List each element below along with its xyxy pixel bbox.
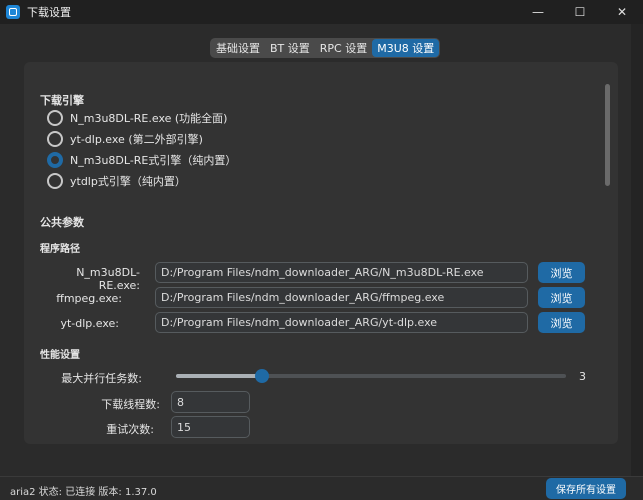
max-tasks-value: 3	[579, 370, 586, 383]
retries-input[interactable]: 15	[171, 416, 250, 438]
window-title: 下载设置	[27, 6, 71, 19]
window-controls: — ☐ ✕	[517, 0, 643, 24]
background-window-edge	[631, 24, 643, 476]
radio-label: yt-dlp.exe (第二外部引擎)	[70, 133, 203, 146]
radio-button[interactable]	[47, 173, 63, 189]
yt-dlp-path-label: yt-dlp.exe:	[60, 317, 119, 330]
threads-label: 下载线程数:	[101, 398, 160, 411]
title-bar: 下载设置 — ☐ ✕	[0, 0, 643, 24]
tab-m3u8[interactable]: M3U8 设置	[372, 39, 440, 57]
engine-option-n-m3u8dl-exe[interactable]: N_m3u8DL-RE.exe (功能全面)	[47, 109, 227, 127]
radio-button[interactable]	[47, 131, 63, 147]
close-button[interactable]: ✕	[601, 0, 643, 24]
paths-subtitle: 程序路径	[40, 244, 80, 255]
performance-subtitle: 性能设置	[40, 350, 80, 361]
yt-dlp-path-input[interactable]: D:/Program Files/ndm_downloader_ARG/yt-d…	[155, 312, 528, 333]
panel-scrollbar[interactable]	[605, 84, 610, 186]
retries-label: 重试次数:	[106, 423, 154, 436]
common-section-title: 公共参数	[40, 216, 84, 229]
maximize-button[interactable]: ☐	[559, 0, 601, 24]
radio-label: N_m3u8DL-RE式引擎（纯内置）	[70, 154, 237, 167]
max-tasks-slider-fill	[176, 374, 262, 378]
browse-n-m3u8dl-button[interactable]: 浏览	[538, 262, 585, 283]
max-tasks-slider-thumb[interactable]	[254, 369, 269, 383]
minimize-button[interactable]: —	[517, 0, 559, 24]
threads-input[interactable]: 8	[171, 391, 250, 413]
browse-yt-dlp-button[interactable]: 浏览	[538, 312, 585, 333]
save-all-settings-button[interactable]: 保存所有设置	[546, 478, 626, 499]
max-tasks-label: 最大并行任务数:	[61, 372, 142, 385]
radio-button-checked[interactable]	[47, 152, 63, 168]
tab-bt[interactable]: BT 设置	[265, 39, 315, 57]
aria2-status-text: aria2 状态: 已连接 版本: 1.37.0	[10, 487, 157, 498]
settings-window: 下载设置 — ☐ ✕ 基础设置 BT 设置 RPC 设置 M3U8 设置 下载引…	[0, 0, 643, 500]
radio-label: N_m3u8DL-RE.exe (功能全面)	[70, 112, 228, 125]
tab-basic[interactable]: 基础设置	[211, 39, 265, 57]
engine-section-title: 下载引擎	[40, 94, 84, 107]
ffmpeg-path-label: ffmpeg.exe:	[56, 292, 122, 305]
engine-option-n-m3u8dl-builtin[interactable]: N_m3u8DL-RE式引擎（纯内置）	[47, 151, 236, 169]
n-m3u8dl-path-input[interactable]: D:/Program Files/ndm_downloader_ARG/N_m3…	[155, 262, 528, 283]
settings-tabs: 基础设置 BT 设置 RPC 设置 M3U8 设置	[210, 38, 441, 58]
engine-option-yt-dlp-exe[interactable]: yt-dlp.exe (第二外部引擎)	[47, 130, 203, 148]
browse-ffmpeg-button[interactable]: 浏览	[538, 287, 585, 308]
radio-label: ytdlp式引擎（纯内置）	[70, 175, 186, 188]
n-m3u8dl-path-label: N_m3u8DL-RE.exe:	[76, 266, 140, 292]
ffmpeg-path-input[interactable]: D:/Program Files/ndm_downloader_ARG/ffmp…	[155, 287, 528, 308]
tab-rpc[interactable]: RPC 设置	[315, 39, 372, 57]
radio-button[interactable]	[47, 110, 63, 126]
app-window-icon	[6, 5, 20, 19]
engine-option-ytdlp-builtin[interactable]: ytdlp式引擎（纯内置）	[47, 172, 186, 190]
